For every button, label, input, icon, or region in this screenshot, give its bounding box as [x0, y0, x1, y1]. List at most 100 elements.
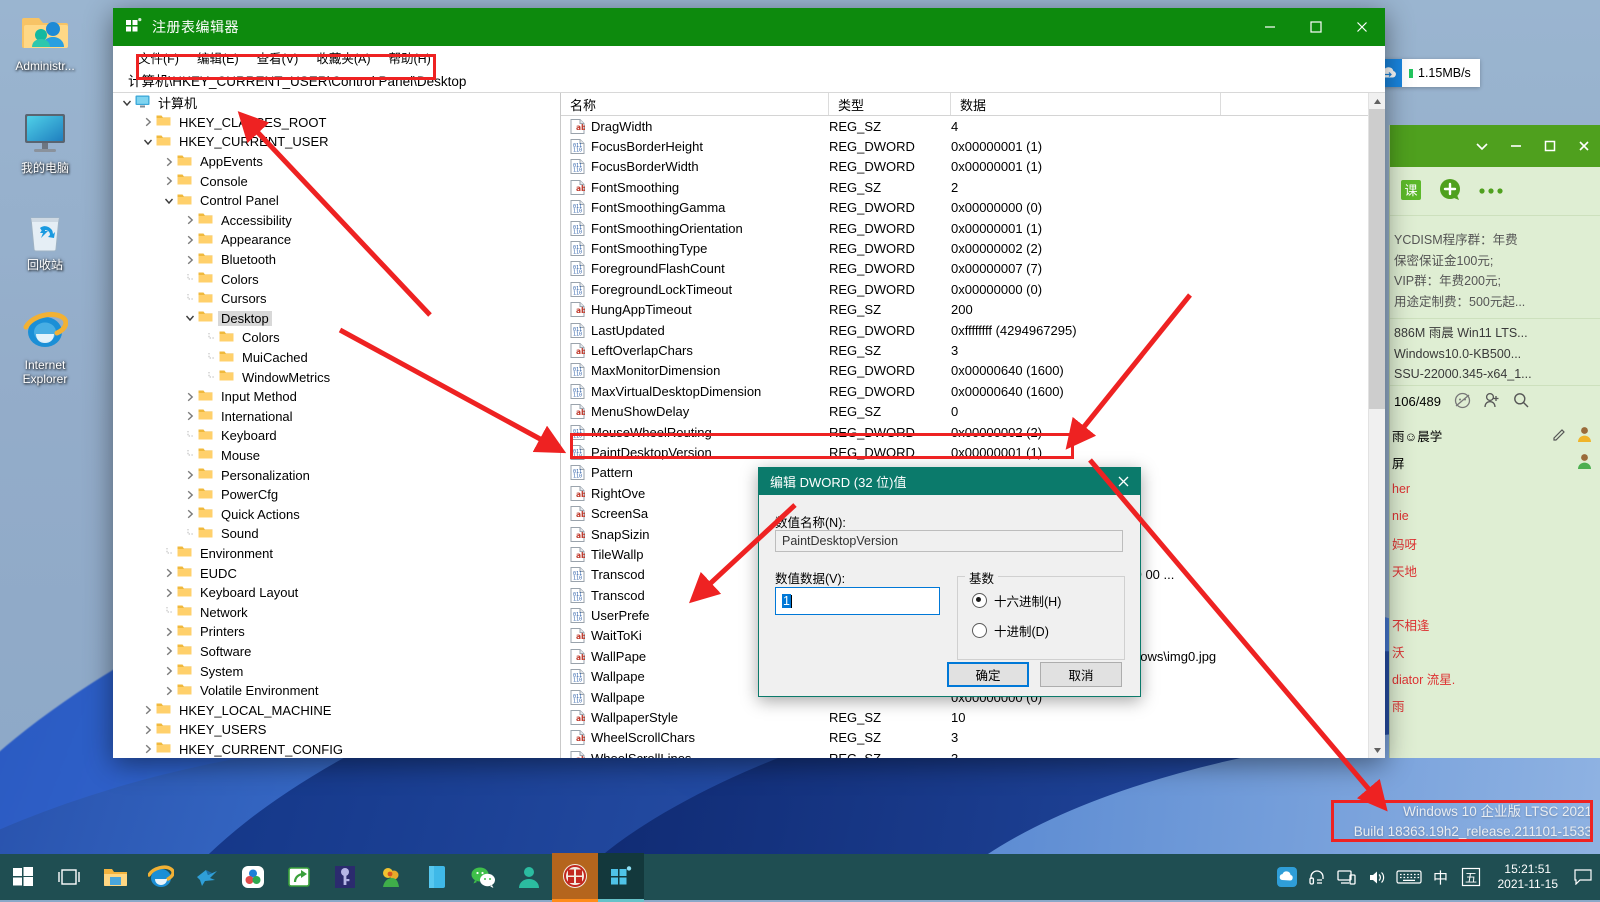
registry-value-row[interactable]: 011110MaxVirtualDesktopDimensionREG_DWOR…	[561, 381, 1385, 401]
qq-member-item[interactable]: diator 流星.	[1390, 665, 1600, 692]
chevron-right-icon[interactable]	[161, 157, 177, 167]
app-blue-book-button[interactable]	[414, 854, 460, 900]
registry-value-row[interactable]: abWheelScrollCharsREG_SZ3	[561, 728, 1385, 748]
chevron-down-icon[interactable]	[1465, 125, 1499, 167]
qq-member-item[interactable]: her	[1390, 476, 1600, 503]
volume-icon[interactable]	[1362, 854, 1392, 900]
tree-node-muicached[interactable]: MuiCached	[113, 348, 560, 368]
tree-node-input-method[interactable]: Input Method	[113, 387, 560, 407]
chevron-right-icon[interactable]	[161, 568, 177, 578]
registry-value-row[interactable]: 011110ForegroundLockTimeoutREG_DWORD0x00…	[561, 279, 1385, 299]
chevron-right-icon[interactable]	[161, 176, 177, 186]
close-icon[interactable]	[1567, 125, 1600, 167]
cloud-sync-icon[interactable]	[1272, 854, 1302, 900]
chevron-right-icon[interactable]	[161, 646, 177, 656]
qq-member-item[interactable]: nie	[1390, 503, 1600, 530]
tree-node-console[interactable]: Console	[113, 171, 560, 191]
qq-member-item[interactable]: 沃	[1390, 638, 1600, 665]
tree-node-control-panel[interactable]: Control Panel	[113, 191, 560, 211]
column-header-name[interactable]: 名称	[561, 93, 829, 115]
network-icon[interactable]	[1332, 854, 1362, 900]
dialog-close-button[interactable]	[1106, 468, 1140, 495]
tree-node-colors[interactable]: Colors	[113, 328, 560, 348]
tree-node-keyboard-layout[interactable]: Keyboard Layout	[113, 583, 560, 603]
edit-icon[interactable]	[1552, 427, 1566, 444]
registry-value-row[interactable]: 011110MaxMonitorDimensionREG_DWORD0x0000…	[561, 361, 1385, 381]
chevron-down-icon[interactable]	[119, 98, 135, 108]
registry-editor-button[interactable]	[598, 853, 644, 902]
app-seal-button[interactable]	[552, 853, 598, 902]
values-list-scrollbar[interactable]	[1368, 93, 1385, 758]
registry-value-row[interactable]: abFontSmoothingREG_SZ2	[561, 177, 1385, 197]
chevron-right-icon[interactable]	[182, 235, 198, 245]
chevron-right-icon[interactable]	[161, 686, 177, 696]
ok-button[interactable]: 确定	[947, 662, 1029, 687]
chevron-right-icon[interactable]	[182, 490, 198, 500]
maximize-icon[interactable]	[1533, 125, 1567, 167]
chevron-right-icon[interactable]	[140, 744, 156, 754]
avatar[interactable]	[1576, 452, 1593, 472]
radio-hexadecimal[interactable]: 十六进制(H)	[972, 591, 1061, 610]
registry-tree-pane[interactable]: 计算机HKEY_CLASSES_ROOTHKEY_CURRENT_USERApp…	[113, 93, 561, 758]
qq-member-item[interactable]: 天地	[1390, 557, 1600, 584]
registry-value-row[interactable]: abDragWidthREG_SZ4	[561, 116, 1385, 136]
registry-value-row[interactable]: 011110FocusBorderHeightREG_DWORD0x000000…	[561, 136, 1385, 156]
avatar[interactable]	[1576, 425, 1593, 445]
registry-editor-window[interactable]: 注册表编辑器 文件(F) 编辑(E) 查看(V) 收藏夹(A) 帮助(H) 计算…	[113, 8, 1385, 758]
tree-node-hkey-users[interactable]: HKEY_USERS	[113, 720, 560, 740]
tree-node-accessibility[interactable]: Accessibility	[113, 211, 560, 231]
add-member-icon[interactable]	[1484, 392, 1500, 412]
tree-node-colors[interactable]: Colors	[113, 269, 560, 289]
registry-value-row[interactable]: 011110FontSmoothingOrientationREG_DWORD0…	[561, 218, 1385, 238]
qq-file-item[interactable]: SSU-22000.345-x64_1...	[1390, 364, 1600, 385]
chevron-right-icon[interactable]	[140, 725, 156, 735]
search-icon[interactable]	[1513, 392, 1529, 411]
registry-value-row[interactable]: abLeftOverlapCharsREG_SZ3	[561, 340, 1385, 360]
registry-editor-title-bar[interactable]: 注册表编辑器	[113, 8, 1385, 46]
tree-node-international[interactable]: International	[113, 407, 560, 427]
edit-dword-dialog[interactable]: 编辑 DWORD (32 位)值 数值名称(N): PaintDesktopVe…	[758, 467, 1141, 697]
chevron-right-icon[interactable]	[182, 215, 198, 225]
chevron-right-icon[interactable]	[140, 705, 156, 715]
keyboard-icon[interactable]	[1392, 854, 1426, 900]
scroll-up-button[interactable]	[1369, 93, 1385, 109]
tree-node-powercfg[interactable]: PowerCfg	[113, 485, 560, 505]
qq-member-item[interactable]: 妈呀	[1390, 530, 1600, 557]
registry-value-row[interactable]: 011110ForegroundFlashCountREG_DWORD0x000…	[561, 259, 1385, 279]
desktop-icon-recycle-bin[interactable]: 回收站	[2, 205, 88, 272]
tree-node-eudc[interactable]: EUDC	[113, 563, 560, 583]
desktop-icon-internet-explorer[interactable]: Internet Explorer	[2, 305, 88, 386]
tree-node-hkey-current-user[interactable]: HKEY_CURRENT_USER	[113, 132, 560, 152]
radio-decimal[interactable]: 十进制(D)	[972, 621, 1049, 640]
tree-node-appearance[interactable]: Appearance	[113, 230, 560, 250]
maximize-button[interactable]	[1293, 8, 1339, 46]
tree-node-hkey-classes-root[interactable]: HKEY_CLASSES_ROOT	[113, 113, 560, 133]
wechat-button[interactable]	[460, 854, 506, 900]
tree-node-printers[interactable]: Printers	[113, 622, 560, 642]
app-bird-button[interactable]	[184, 854, 230, 900]
app-key-button[interactable]	[322, 854, 368, 900]
chevron-right-icon[interactable]	[161, 588, 177, 598]
mute-icon[interactable]	[1454, 392, 1471, 412]
value-name-field[interactable]: PaintDesktopVersion	[775, 530, 1123, 552]
desktop-icon-my-computer[interactable]: 我的电脑	[2, 108, 88, 175]
registry-value-row[interactable]: abHungAppTimeoutREG_SZ200	[561, 300, 1385, 320]
registry-value-row[interactable]: 011110FocusBorderWidthREG_DWORD0x0000000…	[561, 157, 1385, 177]
column-header-data[interactable]: 数据	[951, 93, 1221, 115]
tree-node-hkey-local-machine[interactable]: HKEY_LOCAL_MACHINE	[113, 700, 560, 720]
qq-member-item[interactable]: 屏	[1390, 449, 1600, 476]
minimize-button[interactable]	[1247, 8, 1293, 46]
tree-node-bluetooth[interactable]: Bluetooth	[113, 250, 560, 270]
qq-file-item[interactable]: Windows10.0-KB500...	[1390, 344, 1600, 365]
chevron-down-icon[interactable]	[140, 137, 156, 147]
close-button[interactable]	[1339, 8, 1385, 46]
tree-node-keyboard[interactable]: Keyboard	[113, 426, 560, 446]
cancel-button[interactable]: 取消	[1040, 662, 1122, 687]
tree-node-system[interactable]: System	[113, 661, 560, 681]
tree-node-software[interactable]: Software	[113, 642, 560, 662]
start-button[interactable]	[0, 854, 46, 900]
chevron-right-icon[interactable]	[182, 411, 198, 421]
app-flower-button[interactable]	[368, 854, 414, 900]
registry-value-row[interactable]: abWheelScrollLinesREG_SZ3	[561, 748, 1385, 758]
qq-member-item[interactable]: 雨	[1390, 692, 1600, 719]
